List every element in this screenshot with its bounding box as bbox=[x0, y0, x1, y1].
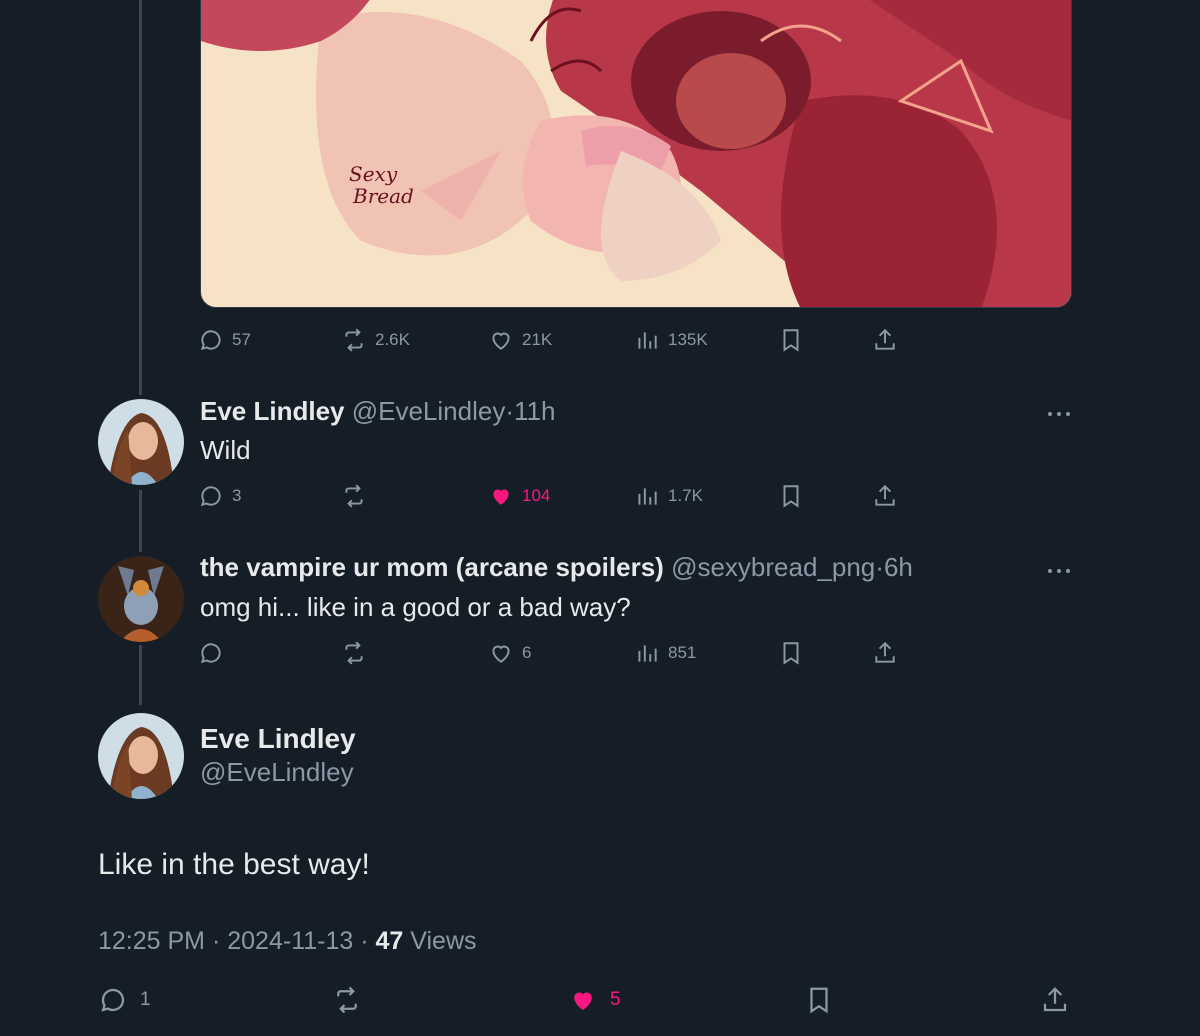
views-label: Views bbox=[410, 927, 477, 955]
tweet-date[interactable]: 2024-11-13 bbox=[227, 927, 353, 955]
repost-button[interactable] bbox=[341, 481, 367, 511]
bookmark-icon bbox=[783, 642, 799, 665]
heart-icon bbox=[492, 645, 510, 663]
like-count: 104 bbox=[522, 486, 551, 505]
reply-count: 1 bbox=[140, 989, 151, 1010]
more-options-button[interactable] bbox=[1046, 406, 1072, 416]
tweet-metadata: 12:25 PM · 2024-11-13 · 47 Views bbox=[98, 927, 477, 956]
heart-icon bbox=[493, 489, 509, 505]
reply-button[interactable]: 1 bbox=[98, 982, 151, 1018]
reply-button[interactable] bbox=[198, 638, 224, 668]
share-button[interactable] bbox=[872, 638, 898, 668]
views-icon bbox=[638, 332, 657, 349]
separator: · bbox=[875, 552, 884, 582]
bookmark-button[interactable] bbox=[778, 481, 804, 511]
main-tweet-action-bar: 1 5 bbox=[0, 982, 1200, 1018]
timestamp[interactable]: 6h bbox=[884, 552, 913, 582]
share-icon bbox=[875, 641, 895, 663]
heart-icon bbox=[492, 332, 510, 350]
more-icon bbox=[1048, 569, 1070, 573]
like-count: 21K bbox=[522, 330, 553, 349]
separator: · bbox=[211, 927, 221, 955]
handle[interactable]: @EveLindley bbox=[352, 396, 506, 426]
thread-line bbox=[139, 490, 142, 552]
repost-button[interactable]: 2.6K bbox=[341, 325, 410, 355]
share-button[interactable] bbox=[872, 325, 898, 355]
separator: · bbox=[360, 927, 369, 955]
tweet-action-bar: 6 851 bbox=[198, 638, 918, 668]
tweet-time[interactable]: 12:25 PM bbox=[98, 927, 205, 955]
share-button[interactable] bbox=[872, 481, 898, 511]
reply-button[interactable]: 57 bbox=[198, 325, 251, 355]
thread-line bbox=[139, 0, 142, 395]
tweet-action-bar: 3 104 1.7K bbox=[198, 481, 918, 511]
bookmark-button[interactable] bbox=[804, 982, 834, 1018]
views-count: 851 bbox=[668, 643, 697, 662]
share-icon bbox=[1043, 987, 1067, 1012]
avatar[interactable] bbox=[98, 399, 184, 485]
views-count: 135K bbox=[668, 330, 708, 349]
views-button[interactable]: 1.7K bbox=[634, 481, 703, 511]
tweet-action-bar: 57 2.6K 21K 135K bbox=[198, 325, 918, 355]
reply-count: 57 bbox=[232, 330, 251, 349]
bookmark-button[interactable] bbox=[778, 325, 804, 355]
display-name[interactable]: the vampire ur mom (arcane spoilers) bbox=[200, 552, 664, 582]
like-count: 6 bbox=[522, 643, 532, 662]
tweet-header: Eve Lindley @EveLindley·11h bbox=[200, 396, 555, 427]
artist-signature-line-2: Bread bbox=[352, 184, 414, 208]
handle[interactable]: @sexybread_png bbox=[671, 552, 875, 582]
repost-button[interactable] bbox=[332, 982, 362, 1018]
separator: · bbox=[505, 396, 514, 426]
bookmark-button[interactable] bbox=[778, 638, 804, 668]
repost-icon bbox=[345, 328, 363, 352]
tweet-header: the vampire ur mom (arcane spoilers) @se… bbox=[200, 552, 913, 583]
tweet-text: Like in the best way! bbox=[98, 848, 370, 881]
views-icon bbox=[638, 645, 657, 662]
heart-icon bbox=[574, 992, 592, 1010]
share-icon bbox=[875, 328, 895, 350]
share-button[interactable] bbox=[1040, 982, 1070, 1018]
avatar[interactable] bbox=[98, 556, 184, 642]
like-button[interactable]: 21K bbox=[488, 325, 552, 355]
more-options-button[interactable] bbox=[1046, 563, 1072, 573]
handle[interactable]: @EveLindley bbox=[200, 757, 354, 788]
like-button[interactable]: 5 bbox=[568, 982, 621, 1018]
views-icon bbox=[638, 488, 657, 505]
bookmark-icon bbox=[783, 485, 799, 508]
more-icon bbox=[1048, 412, 1070, 416]
like-button[interactable]: 104 bbox=[488, 481, 550, 511]
repost-button[interactable] bbox=[341, 638, 367, 668]
views-button[interactable]: 135K bbox=[634, 325, 708, 355]
like-count: 5 bbox=[610, 989, 621, 1010]
tweet-media-image[interactable]: Sexy Bread bbox=[200, 0, 1072, 308]
avatar[interactable] bbox=[98, 713, 184, 799]
tweet-text: omg hi... like in a good or a bad way? bbox=[200, 592, 631, 622]
reply-icon bbox=[200, 330, 221, 351]
reply-button[interactable]: 3 bbox=[198, 481, 241, 511]
thread-line bbox=[139, 645, 142, 705]
bookmark-icon bbox=[783, 329, 799, 352]
like-button[interactable]: 6 bbox=[488, 638, 531, 668]
artist-signature-line-1: Sexy bbox=[349, 162, 398, 186]
timestamp[interactable]: 11h bbox=[514, 396, 555, 426]
repost-icon bbox=[345, 484, 363, 508]
repost-count: 2.6K bbox=[375, 330, 410, 349]
display-name[interactable]: Eve Lindley bbox=[200, 723, 356, 755]
bookmark-icon bbox=[810, 987, 828, 1014]
reply-icon bbox=[200, 486, 221, 507]
repost-icon bbox=[337, 986, 357, 1014]
reply-icon bbox=[101, 988, 125, 1012]
reply-count: 3 bbox=[232, 486, 242, 505]
views-count: 1.7K bbox=[668, 486, 703, 505]
views-count: 47 bbox=[375, 927, 404, 955]
display-name[interactable]: Eve Lindley bbox=[200, 396, 345, 426]
tweet-text: Wild bbox=[200, 435, 251, 465]
repost-icon bbox=[345, 641, 363, 665]
share-icon bbox=[875, 484, 895, 506]
views-button[interactable]: 851 bbox=[634, 638, 696, 668]
reply-icon bbox=[200, 643, 221, 664]
